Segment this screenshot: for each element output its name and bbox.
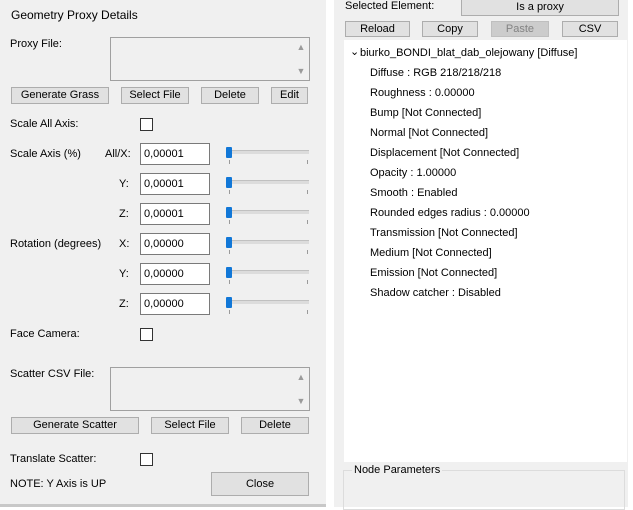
scale-x-field[interactable]: 0,00001 [140, 143, 210, 165]
node-parameters-group: Node Parameters [343, 464, 625, 510]
scale-z-field[interactable]: 0,00001 [140, 203, 210, 225]
scale-axis-label: Scale Axis (%) [10, 148, 81, 160]
slider-thumb[interactable] [226, 237, 232, 248]
copy-button[interactable]: Copy [422, 21, 478, 37]
reload-button[interactable]: Reload [345, 21, 410, 37]
select-proxy-file-button[interactable]: Select File [121, 87, 189, 104]
rotation-y-field[interactable]: 0,00000 [140, 263, 210, 285]
axis-label-all-x: All/X: [105, 148, 131, 160]
tree-item[interactable]: Medium [Not Connected] [370, 247, 492, 259]
axis-label-scale-y: Y: [119, 178, 129, 190]
rotation-z-field[interactable]: 0,00000 [140, 293, 210, 315]
axis-label-rot-z: Z: [119, 298, 129, 310]
scale-y-field[interactable]: 0,00001 [140, 173, 210, 195]
scroll-down-icon[interactable]: ▼ [294, 394, 308, 408]
scroll-down-icon[interactable]: ▼ [294, 64, 308, 78]
tree-root-node[interactable]: biurko_BONDI_blat_dab_olejowany [Diffuse… [360, 47, 577, 59]
csv-button[interactable]: CSV [562, 21, 618, 37]
panel-divider [326, 0, 334, 507]
slider-thumb[interactable] [226, 207, 232, 218]
face-camera-label: Face Camera: [10, 328, 80, 340]
close-button[interactable]: Close [211, 472, 309, 496]
scale-all-label: Scale All Axis: [10, 118, 79, 130]
is-a-proxy-button[interactable]: Is a proxy [461, 0, 619, 16]
tree-item[interactable]: Displacement [Not Connected] [370, 147, 519, 159]
proxy-file-box[interactable]: ▲ ▼ [110, 37, 310, 81]
translate-scatter-label: Translate Scatter: [10, 453, 97, 465]
face-camera-checkbox[interactable] [140, 328, 153, 341]
node-parameters-title: Node Parameters [352, 464, 443, 476]
proxy-file-scrollbar[interactable]: ▲ ▼ [294, 39, 308, 79]
material-tree[interactable]: ⌄ biurko_BONDI_blat_dab_olejowany [Diffu… [344, 40, 627, 462]
axis-label-scale-z: Z: [119, 208, 129, 220]
panel-title: Geometry Proxy Details [11, 8, 138, 22]
tree-item[interactable]: Shadow catcher : Disabled [370, 287, 501, 299]
axis-label-rot-y: Y: [119, 268, 129, 280]
axis-note: NOTE: Y Axis is UP [10, 478, 107, 490]
tree-item[interactable]: Roughness : 0.00000 [370, 87, 475, 99]
slider-thumb[interactable] [226, 147, 232, 158]
slider-thumb[interactable] [226, 177, 232, 188]
window-edge [628, 0, 633, 507]
rotation-label: Rotation (degrees) [10, 238, 102, 250]
generate-grass-button[interactable]: Generate Grass [11, 87, 109, 104]
scroll-up-icon[interactable]: ▲ [294, 370, 308, 384]
axis-label-rot-x: X: [119, 238, 130, 250]
tree-item[interactable]: Smooth : Enabled [370, 187, 457, 199]
tree-item[interactable]: Diffuse : RGB 218/218/218 [370, 67, 501, 79]
delete-scatter-button[interactable]: Delete [241, 417, 309, 434]
proxy-file-label: Proxy File: [10, 38, 62, 50]
scatter-csv-label: Scatter CSV File: [10, 368, 95, 380]
scatter-csv-box[interactable]: ▲ ▼ [110, 367, 310, 411]
tree-item[interactable]: Bump [Not Connected] [370, 107, 481, 119]
tree-item[interactable]: Transmission [Not Connected] [370, 227, 518, 239]
slider-thumb[interactable] [226, 267, 232, 278]
rotation-x-field[interactable]: 0,00000 [140, 233, 210, 255]
scale-all-checkbox[interactable] [140, 118, 153, 131]
select-scatter-file-button[interactable]: Select File [151, 417, 229, 434]
tree-item[interactable]: Emission [Not Connected] [370, 267, 497, 279]
paste-button[interactable]: Paste [491, 21, 549, 37]
tree-item[interactable]: Opacity : 1.00000 [370, 167, 456, 179]
translate-scatter-checkbox[interactable] [140, 453, 153, 466]
scatter-csv-scrollbar[interactable]: ▲ ▼ [294, 369, 308, 409]
generate-scatter-button[interactable]: Generate Scatter [11, 417, 139, 434]
tree-expand-icon[interactable]: ⌄ [350, 45, 359, 58]
delete-proxy-button[interactable]: Delete [201, 87, 259, 104]
scroll-up-icon[interactable]: ▲ [294, 40, 308, 54]
edit-proxy-button[interactable]: Edit [271, 87, 308, 104]
selected-element-label: Selected Element: [345, 0, 435, 12]
tree-item[interactable]: Rounded edges radius : 0.00000 [370, 207, 530, 219]
tree-item[interactable]: Normal [Not Connected] [370, 127, 488, 139]
slider-thumb[interactable] [226, 297, 232, 308]
